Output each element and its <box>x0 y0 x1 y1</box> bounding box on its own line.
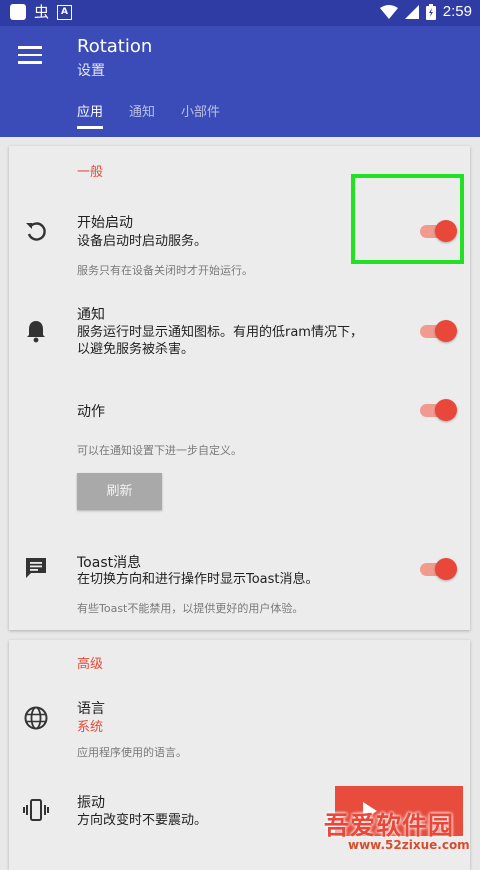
toast-title: Toast消息 <box>77 555 142 571</box>
language-value[interactable]: 系统 <box>77 719 103 736</box>
section-title-advanced: 高级 <box>77 657 104 672</box>
app-bar: Rotation 设置 应用 通知 小部件 <box>0 26 480 137</box>
status-bar: 虫 A 2:59 <box>0 0 480 26</box>
notification-desc-line1: 服务运行时显示通知图标。有用的低ram情况下， <box>77 325 363 340</box>
actions-hint: 可以在通知设置下进一步自定义。 <box>77 444 242 457</box>
bug-icon: 虫 <box>34 3 50 21</box>
menu-icon[interactable] <box>18 46 42 66</box>
battery-icon <box>425 3 436 20</box>
notification-toggle[interactable] <box>420 320 458 342</box>
tab-bar: 应用 通知 小部件 <box>77 101 220 129</box>
tab-widgets[interactable]: 小部件 <box>181 101 220 129</box>
actions-title: 动作 <box>77 404 105 420</box>
vibration-icon <box>23 799 49 821</box>
vibration-title: 振动 <box>77 795 105 811</box>
toast-toggle[interactable] <box>420 558 458 580</box>
signal-icon <box>404 4 419 19</box>
bell-icon <box>27 321 45 343</box>
clock: 2:59 <box>442 3 472 20</box>
refresh-button[interactable]: 刷新 <box>77 473 162 510</box>
start-on-boot-title: 开始启动 <box>77 215 133 231</box>
watermark: 吾爱软件园 www.52zixue.com <box>320 806 480 854</box>
notification-desc-line2: 以避免服务被杀害。 <box>77 342 195 357</box>
wifi-icon <box>379 4 398 19</box>
toast-desc: 在切换方向和进行操作时显示Toast消息。 <box>77 572 319 587</box>
notification-app-icon <box>10 4 26 20</box>
section-title-general: 一般 <box>77 165 104 180</box>
a-badge-icon: A <box>57 4 73 20</box>
globe-icon <box>24 706 48 730</box>
start-on-boot-desc: 设备启动时启动服务。 <box>77 234 208 249</box>
highlight-box <box>351 174 464 264</box>
tab-notification[interactable]: 通知 <box>129 101 155 129</box>
actions-toggle[interactable] <box>420 399 458 421</box>
language-hint: 应用程序使用的语言。 <box>77 746 187 759</box>
app-subtitle: 设置 <box>77 63 105 79</box>
message-icon <box>26 558 46 578</box>
language-title: 语言 <box>77 701 105 717</box>
watermark-url: www.52zixue.com <box>348 838 470 852</box>
tab-app[interactable]: 应用 <box>77 101 104 129</box>
watermark-text: 吾爱软件园 <box>324 811 455 840</box>
vibration-desc: 方向改变时不要震动。 <box>77 813 208 828</box>
notification-title: 通知 <box>77 307 105 323</box>
app-title: Rotation <box>77 36 153 57</box>
restore-icon <box>26 222 46 241</box>
toast-hint: 有些Toast不能禁用，以提供更好的用户体验。 <box>77 602 304 615</box>
start-on-boot-hint: 服务只有在设备关闭时才开始运行。 <box>77 264 253 277</box>
